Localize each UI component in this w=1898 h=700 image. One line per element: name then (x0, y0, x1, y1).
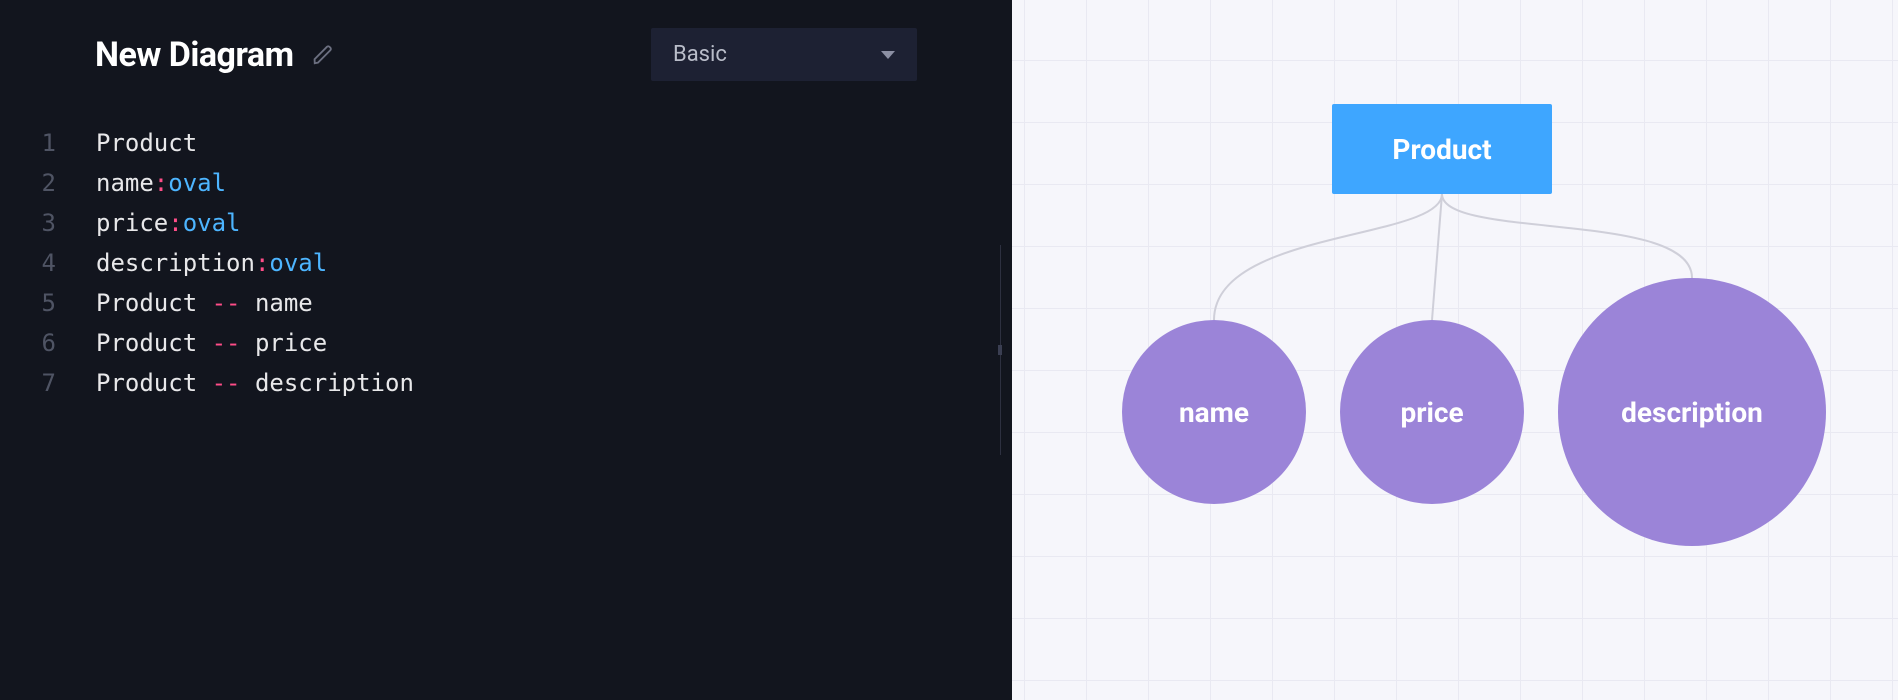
theme-select[interactable]: Basic (651, 28, 917, 81)
code-line[interactable]: Product -- price (96, 323, 414, 363)
code-line[interactable]: name:oval (96, 163, 414, 203)
node-label: price (1400, 396, 1463, 429)
line-number: 6 (0, 323, 56, 363)
code-line[interactable]: description:oval (96, 243, 414, 283)
theme-select-value: Basic (673, 42, 727, 67)
node-price[interactable]: price (1340, 320, 1524, 504)
line-number: 1 (0, 123, 56, 163)
node-product[interactable]: Product (1332, 104, 1552, 194)
edge (1442, 194, 1692, 278)
line-number: 7 (0, 363, 56, 403)
line-gutter: 1234567 (0, 123, 56, 403)
edge (1432, 194, 1442, 320)
node-label: Product (1392, 133, 1491, 166)
editor-panel: New Diagram Basic 1234567 Productname:ov… (0, 0, 1012, 700)
node-name[interactable]: name (1122, 320, 1306, 504)
line-number: 3 (0, 203, 56, 243)
line-number: 5 (0, 283, 56, 323)
diagram-canvas[interactable]: Product name price description (1012, 0, 1898, 700)
canvas-inner: Product name price description (1012, 0, 1898, 700)
line-number: 2 (0, 163, 56, 203)
code-line[interactable]: price:oval (96, 203, 414, 243)
code-line[interactable]: Product (96, 123, 414, 163)
pane-resize-handle[interactable] (1000, 245, 1012, 455)
node-description[interactable]: description (1558, 278, 1826, 546)
chevron-down-icon (881, 51, 895, 59)
pencil-icon[interactable] (312, 44, 334, 66)
code-line[interactable]: Product -- name (96, 283, 414, 323)
editor-header: New Diagram Basic (0, 0, 1012, 105)
code-content[interactable]: Productname:ovalprice:ovaldescription:ov… (56, 123, 414, 403)
diagram-title: New Diagram (95, 35, 294, 75)
code-editor[interactable]: 1234567 Productname:ovalprice:ovaldescri… (0, 105, 1012, 403)
node-label: name (1179, 396, 1249, 429)
edge (1214, 194, 1442, 320)
line-number: 4 (0, 243, 56, 283)
node-label: description (1621, 396, 1763, 429)
code-line[interactable]: Product -- description (96, 363, 414, 403)
